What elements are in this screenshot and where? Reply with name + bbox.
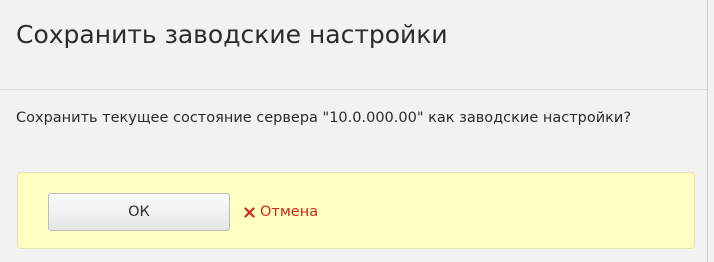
cancel-button[interactable]: Отмена xyxy=(244,193,318,231)
close-icon xyxy=(244,206,255,218)
save-factory-settings-dialog: Сохранить заводские настройки Сохранить … xyxy=(0,0,708,262)
dialog-message: Сохранить текущее состояние сервера "10.… xyxy=(16,110,632,126)
dialog-title: Сохранить заводские настройки xyxy=(16,20,448,49)
dialog-button-bar: ОК Отмена xyxy=(17,172,695,249)
dialog-header: Сохранить заводские настройки xyxy=(0,0,707,90)
cancel-label: Отмена xyxy=(260,204,319,220)
ok-button[interactable]: ОК xyxy=(48,193,230,231)
